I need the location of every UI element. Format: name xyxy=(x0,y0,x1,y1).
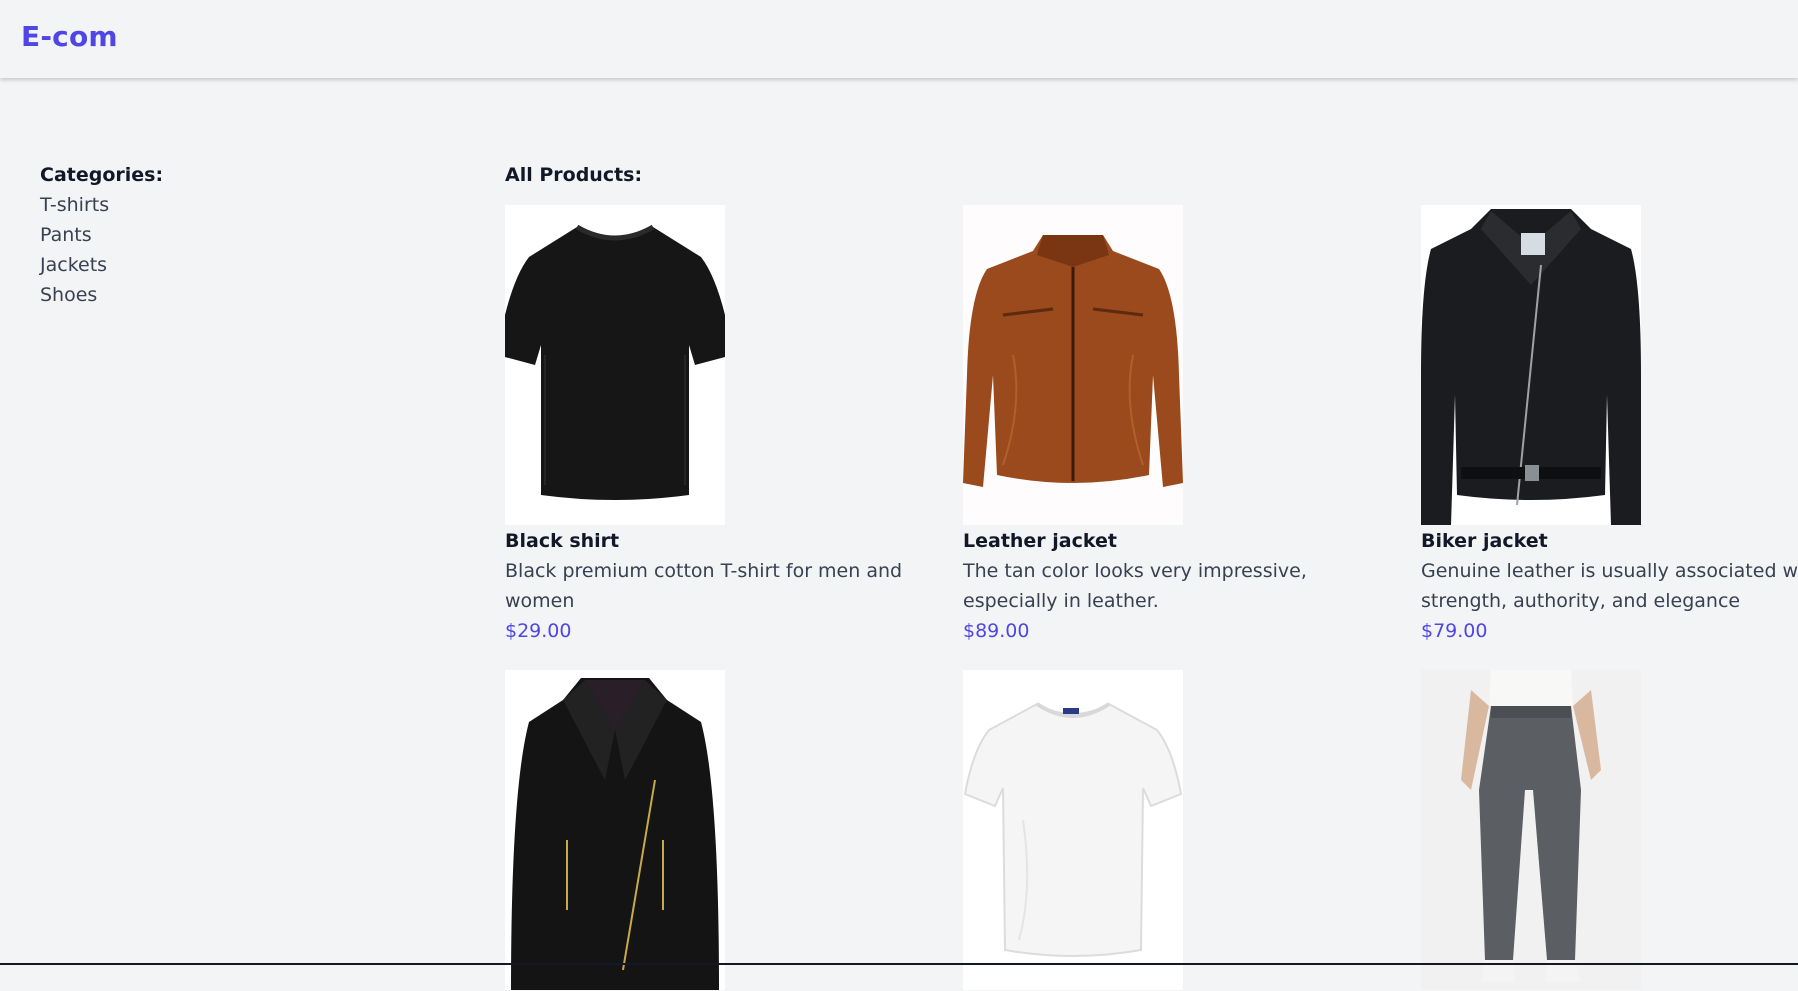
product-grid: Black shirt Black premium cotton T-shirt… xyxy=(505,205,1798,991)
product-image-black-biker-jacket[interactable] xyxy=(1421,205,1641,525)
product-image-tan-leather-jacket[interactable] xyxy=(963,205,1183,525)
product-name: Leather jacket xyxy=(963,530,1117,552)
categories-sidebar: Categories: T-shirts Pants Jackets Shoes xyxy=(40,160,440,310)
category-item-shoes[interactable]: Shoes xyxy=(40,280,440,310)
product-image-black-tshirt[interactable] xyxy=(505,205,725,525)
black-tshirt-image xyxy=(505,205,725,525)
product-price: $79.00 xyxy=(1421,620,1488,642)
categories-title: Categories: xyxy=(40,164,164,186)
product-card-womens-leather-jacket[interactable] xyxy=(505,670,945,991)
category-item-pants[interactable]: Pants xyxy=(40,220,440,250)
product-description: Genuine leather is usually associated wi… xyxy=(1421,560,1798,612)
product-card-leather-jacket[interactable]: Leather jacket The tan color looks very … xyxy=(963,205,1403,646)
product-card-grey-pants[interactable] xyxy=(1421,670,1798,991)
navbar: E-com xyxy=(0,0,1798,78)
brand-logo-link[interactable]: E-com xyxy=(21,20,118,53)
black-womens-leather-jacket-image xyxy=(505,670,725,990)
tan-leather-jacket-image xyxy=(963,205,1183,525)
product-card-black-shirt[interactable]: Black shirt Black premium cotton T-shirt… xyxy=(505,205,945,646)
category-item-tshirts[interactable]: T-shirts xyxy=(40,190,440,220)
product-card-biker-jacket[interactable]: Biker jacket Genuine leather is usually … xyxy=(1421,205,1798,646)
white-tshirt-image xyxy=(963,670,1183,990)
category-list: T-shirts Pants Jackets Shoes xyxy=(40,190,440,310)
product-price: $29.00 xyxy=(505,620,572,642)
product-image-grey-pants[interactable] xyxy=(1421,670,1641,990)
product-name: Black shirt xyxy=(505,530,620,552)
grey-pants-image xyxy=(1421,670,1641,990)
product-description: The tan color looks very impressive, esp… xyxy=(963,560,1307,612)
products-section: All Products: Black shirt Black premium … xyxy=(505,160,1798,991)
product-description: Black premium cotton T-shirt for men and… xyxy=(505,560,903,612)
category-item-jackets[interactable]: Jackets xyxy=(40,250,440,280)
product-image-white-tshirt[interactable] xyxy=(963,670,1183,990)
product-price: $89.00 xyxy=(963,620,1030,642)
product-image-black-womens-leather-jacket[interactable] xyxy=(505,670,725,990)
product-name: Biker jacket xyxy=(1421,530,1548,552)
black-biker-jacket-image xyxy=(1421,205,1641,525)
product-card-white-tshirt[interactable] xyxy=(963,670,1403,991)
products-title: All Products: xyxy=(505,164,643,186)
